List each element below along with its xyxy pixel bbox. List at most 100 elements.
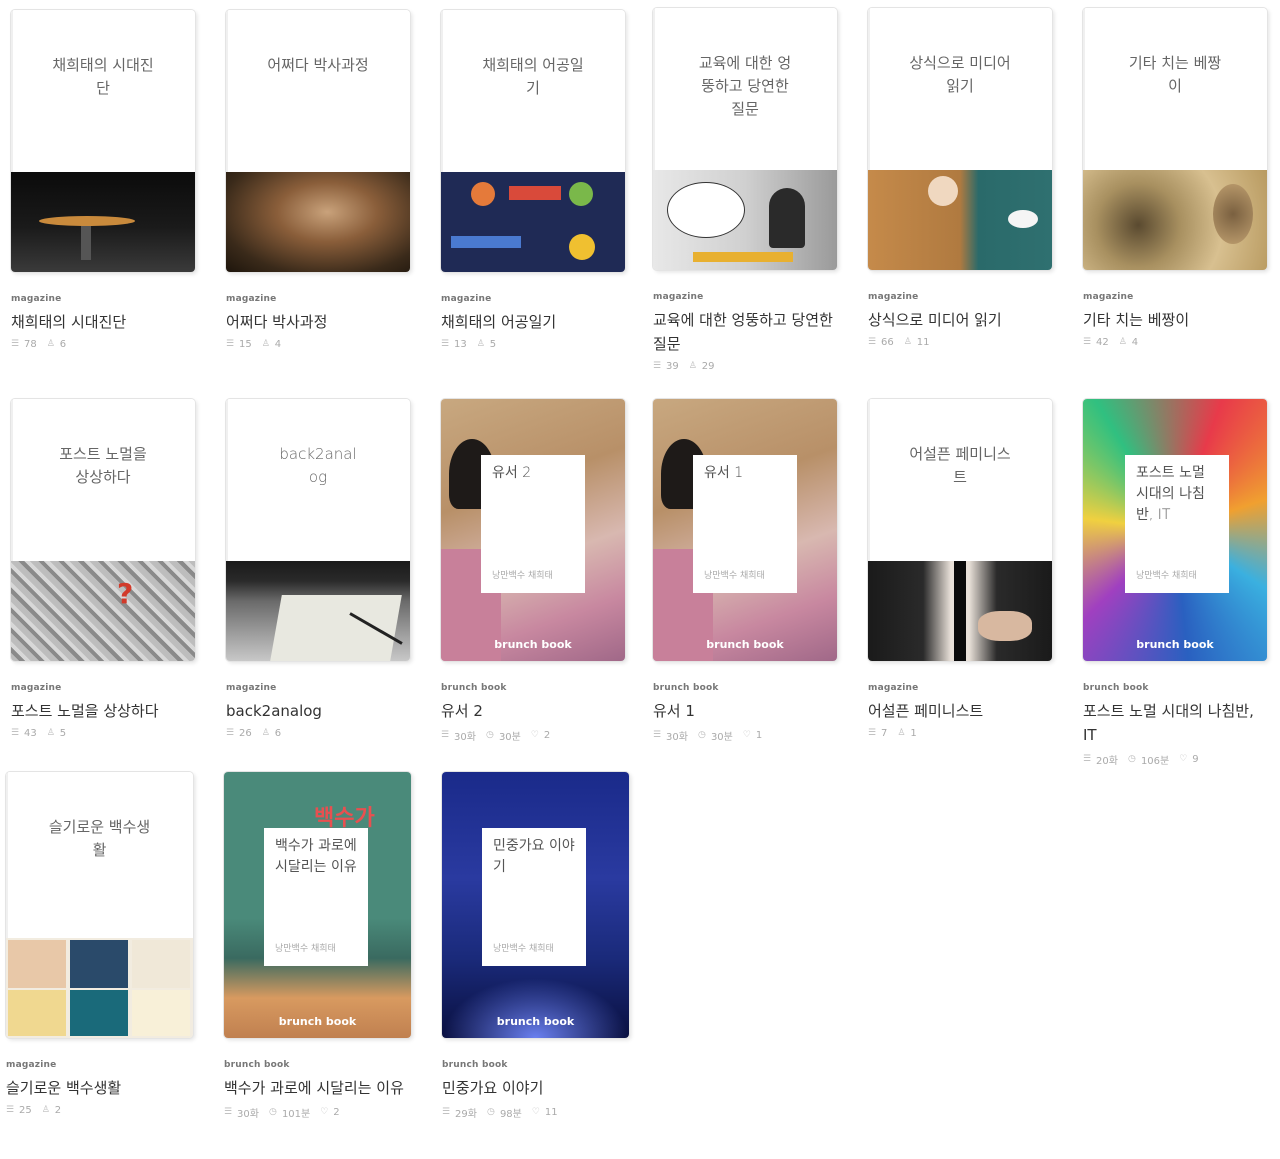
card-magazine[interactable]: 슬기로운 백수생활 magazine 슬기로운 백수생활 ☰ 25 ♙ 2 bbox=[6, 772, 193, 1116]
question-mark-icon: ? bbox=[117, 577, 134, 610]
item-type: magazine bbox=[868, 292, 919, 302]
item-type: magazine bbox=[11, 683, 62, 693]
card-brunchbook[interactable]: 유서 2 낭만백수 채희태 brunch book brunch book 유서… bbox=[441, 399, 625, 743]
brunchbook-cover[interactable]: 민중가요 이야기 낭만백수 채희태 brunch book bbox=[442, 772, 629, 1038]
list-icon: ☰ bbox=[226, 339, 235, 349]
list-icon: ☰ bbox=[868, 728, 877, 738]
cover-image bbox=[226, 172, 410, 272]
person-icon: ♙ bbox=[261, 339, 270, 349]
card-magazine[interactable]: 어설픈 페미니스트 magazine 어설픈 페미니스트 ☰ 7 ♙ 1 bbox=[868, 399, 1052, 739]
list-icon: ☰ bbox=[11, 728, 20, 738]
brunchbook-brand: brunch book bbox=[278, 1015, 357, 1028]
item-meta: ☰ 43 ♙ 5 bbox=[11, 728, 67, 739]
magazine-cover[interactable]: 채희태의 어공일기 bbox=[441, 10, 625, 272]
item-meta: ☰ 66 ♙ 11 bbox=[868, 337, 930, 348]
item-meta: ☰ 26 ♙ 6 bbox=[226, 728, 282, 739]
heart-icon: ♡ bbox=[742, 730, 751, 740]
card-magazine[interactable]: 포스트 노멀을 상상하다 ? magazine 포스트 노멀을 상상하다 ☰ 43… bbox=[11, 399, 195, 739]
item-title[interactable]: back2analog bbox=[226, 699, 410, 723]
card-magazine[interactable]: 상식으로 미디어 읽기 magazine 상식으로 미디어 읽기 ☰ 66 ♙ 11 bbox=[868, 8, 1052, 348]
card-magazine[interactable]: 채희태의 시대진단 magazine 채희태의 시대진단 ☰ 78 ♙ 6 bbox=[11, 10, 195, 350]
clock-icon: ◷ bbox=[697, 730, 706, 740]
brunchbook-brand: brunch book bbox=[706, 638, 784, 651]
cover-title: 민중가요 이야기 bbox=[493, 838, 575, 875]
brunchbook-brand: brunch book bbox=[494, 638, 572, 651]
list-icon: ☰ bbox=[224, 1107, 233, 1117]
card-magazine[interactable]: 기타 치는 베짱이 magazine 기타 치는 베짱이 ☰ 42 ♙ 4 bbox=[1083, 8, 1267, 348]
list-icon: ☰ bbox=[1083, 337, 1092, 347]
person-icon: ♙ bbox=[897, 728, 906, 738]
card-brunchbook[interactable]: 유서 1 낭만백수 채희태 brunch book brunch book 유서… bbox=[653, 399, 837, 743]
cover-author: 낭만백수 채희태 bbox=[493, 944, 554, 954]
item-title[interactable]: 기타 치는 베짱이 bbox=[1083, 308, 1267, 332]
brunchbook-cover[interactable]: 유서 2 낭만백수 채희태 brunch book bbox=[441, 399, 625, 661]
item-meta: ☰ 13 ♙ 5 bbox=[441, 339, 497, 350]
cover-title: 백수가 과로에 시달리는 이유 bbox=[275, 838, 357, 875]
magazine-cover[interactable]: back2analog bbox=[226, 399, 410, 661]
cover-image bbox=[226, 561, 410, 661]
item-type: magazine bbox=[226, 683, 277, 693]
cover-label: 유서 1 낭만백수 채희태 bbox=[693, 455, 797, 593]
item-title[interactable]: 포스트 노멀 시대의 나침반, IT bbox=[1083, 699, 1267, 747]
list-icon: ☰ bbox=[441, 730, 450, 740]
item-title[interactable]: 상식으로 미디어 읽기 bbox=[868, 308, 1052, 332]
item-type: brunch book bbox=[653, 683, 719, 693]
list-icon: ☰ bbox=[11, 339, 20, 349]
clock-icon: ◷ bbox=[268, 1107, 277, 1117]
card-magazine[interactable]: back2analog magazine back2analog ☰ 26 ♙ 6 bbox=[226, 399, 410, 739]
list-icon: ☰ bbox=[653, 730, 662, 740]
item-type: magazine bbox=[653, 292, 704, 302]
item-type: magazine bbox=[868, 683, 919, 693]
item-type: brunch book bbox=[1083, 683, 1149, 693]
item-title[interactable]: 슬기로운 백수생활 bbox=[6, 1076, 193, 1100]
magazine-cover[interactable]: 기타 치는 베짱이 bbox=[1083, 8, 1267, 270]
magazine-cover[interactable]: 포스트 노멀을 상상하다 ? bbox=[11, 399, 195, 661]
card-brunchbook[interactable]: 민중가요 이야기 낭만백수 채희태 brunch book brunch boo… bbox=[442, 772, 629, 1120]
magazine-cover[interactable]: 교육에 대한 엉뚱하고 당연한 질문 bbox=[653, 8, 837, 270]
heart-icon: ♡ bbox=[530, 730, 539, 740]
cover-author: 낭만백수 채희태 bbox=[275, 944, 336, 954]
card-brunchbook[interactable]: 포스트 노멀 시대의 나침반, IT 낭만백수 채희태 brunch book … bbox=[1083, 399, 1267, 767]
cover-title: 유서 2 bbox=[492, 465, 532, 481]
person-icon: ♙ bbox=[261, 728, 270, 738]
brunchbook-brand: brunch book bbox=[496, 1015, 575, 1028]
brunchbook-cover[interactable]: 백수가 백수가 과로에 시달리는 이유 낭만백수 채희태 brunch book bbox=[224, 772, 411, 1038]
card-magazine[interactable]: 어쩌다 박사과정 magazine 어쩌다 박사과정 ☰ 15 ♙ 4 bbox=[226, 10, 410, 350]
item-type: magazine bbox=[11, 294, 62, 304]
cover-title: 교육에 대한 엉뚱하고 당연한 질문 bbox=[698, 54, 792, 118]
magazine-cover[interactable]: 상식으로 미디어 읽기 bbox=[868, 8, 1052, 270]
person-icon: ♙ bbox=[1118, 337, 1127, 347]
card-brunchbook[interactable]: 백수가 백수가 과로에 시달리는 이유 낭만백수 채희태 brunch book… bbox=[224, 772, 411, 1120]
card-magazine[interactable]: 채희태의 어공일기 magazine 채희태의 어공일기 ☰ 13 ♙ 5 bbox=[441, 10, 625, 350]
item-type: magazine bbox=[6, 1060, 57, 1070]
item-meta: ☰ 20화 ◷ 106분 ♡ 9 bbox=[1083, 754, 1199, 767]
magazine-cover[interactable]: 어쩌다 박사과정 bbox=[226, 10, 410, 272]
item-title[interactable]: 유서 1 bbox=[653, 699, 837, 723]
person-icon: ♙ bbox=[903, 337, 912, 347]
item-title[interactable]: 교육에 대한 엉뚱하고 당연한 질문 bbox=[653, 308, 837, 356]
item-title[interactable]: 채희태의 시대진단 bbox=[11, 310, 195, 334]
item-title[interactable]: 유서 2 bbox=[441, 699, 625, 723]
card-magazine[interactable]: 교육에 대한 엉뚱하고 당연한 질문 magazine 교육에 대한 엉뚱하고 … bbox=[653, 8, 837, 372]
item-title[interactable]: 백수가 과로에 시달리는 이유 bbox=[224, 1076, 411, 1100]
item-meta: ☰ 25 ♙ 2 bbox=[6, 1105, 62, 1116]
magazine-cover[interactable]: 채희태의 시대진단 bbox=[11, 10, 195, 272]
item-title[interactable]: 어쩌다 박사과정 bbox=[226, 310, 410, 334]
brunchbook-cover[interactable]: 유서 1 낭만백수 채희태 brunch book bbox=[653, 399, 837, 661]
list-icon: ☰ bbox=[868, 337, 877, 347]
list-icon: ☰ bbox=[6, 1105, 15, 1115]
item-title[interactable]: 어설픈 페미니스트 bbox=[868, 699, 1052, 723]
item-title[interactable]: 포스트 노멀을 상상하다 bbox=[11, 699, 195, 723]
brunchbook-cover[interactable]: 포스트 노멀 시대의 나침반, IT 낭만백수 채희태 brunch book bbox=[1083, 399, 1267, 661]
magazine-cover[interactable]: 어설픈 페미니스트 bbox=[868, 399, 1052, 661]
item-title[interactable]: 민중가요 이야기 bbox=[442, 1076, 629, 1100]
heart-icon: ♡ bbox=[1179, 754, 1188, 764]
cover-title: 어쩌다 박사과정 bbox=[267, 56, 369, 74]
item-meta: ☰ 30화 ◷ 30분 ♡ 2 bbox=[441, 730, 551, 743]
cover-label: 민중가요 이야기 낭만백수 채희태 bbox=[482, 828, 586, 966]
clock-icon: ◷ bbox=[1127, 754, 1136, 764]
magazine-cover[interactable]: 슬기로운 백수생활 bbox=[6, 772, 193, 1038]
item-title[interactable]: 채희태의 어공일기 bbox=[441, 310, 625, 334]
cover-title: 상식으로 미디어 읽기 bbox=[909, 54, 1011, 95]
cover-author: 낭만백수 채희태 bbox=[1136, 571, 1197, 581]
